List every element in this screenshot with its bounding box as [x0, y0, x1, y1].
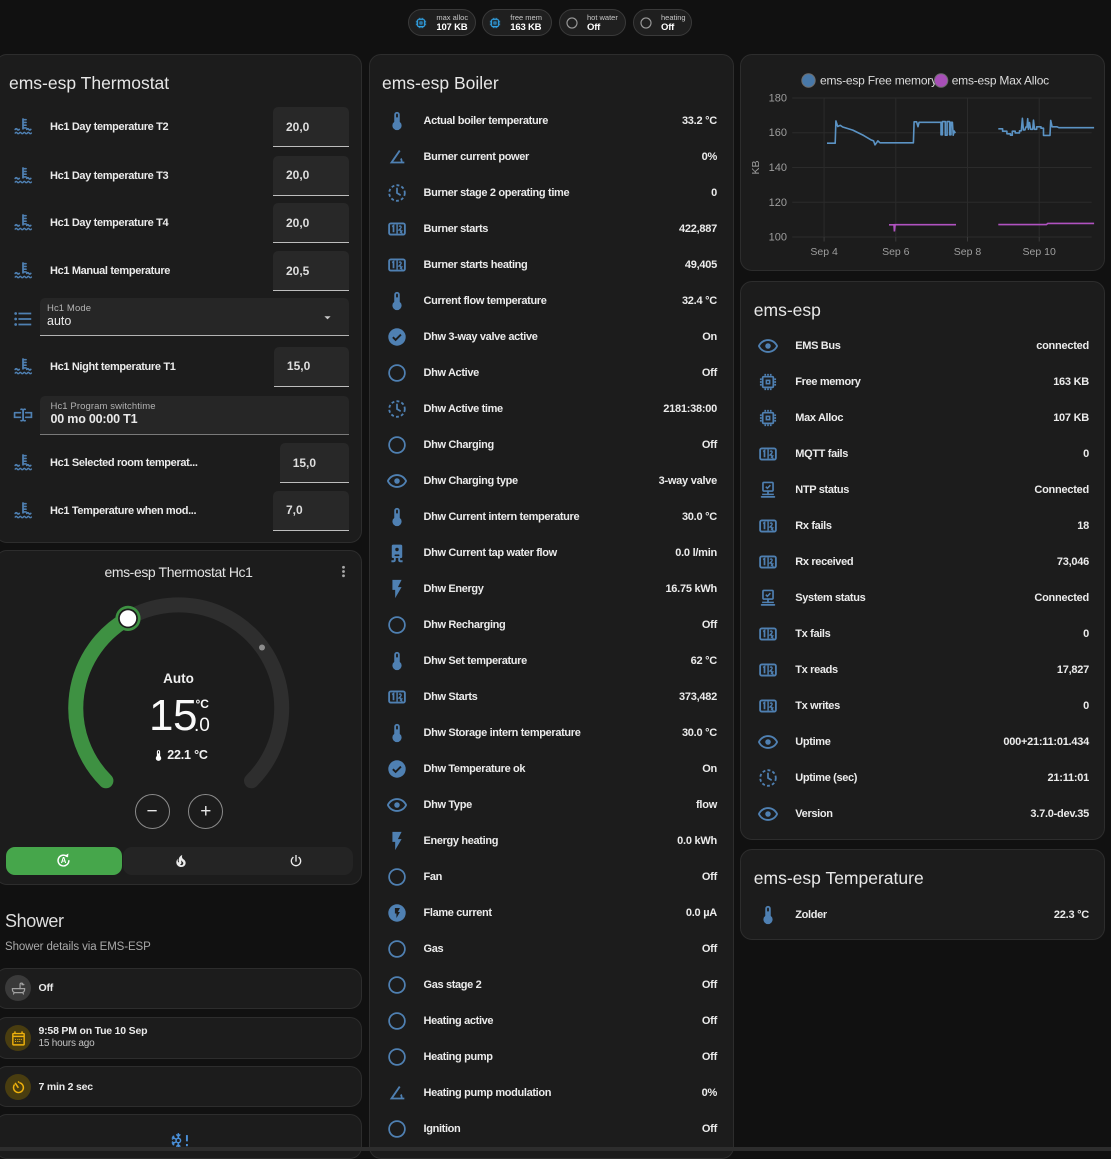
- svg-text:KB: KB: [750, 160, 762, 174]
- svg-text:120: 120: [769, 197, 787, 209]
- svg-text:160: 160: [769, 127, 787, 139]
- svg-text:ems-esp Free memory: ems-esp Free memory: [820, 74, 937, 88]
- svg-text:100: 100: [769, 232, 787, 244]
- svg-text:Sep 10: Sep 10: [1023, 246, 1056, 258]
- svg-text:Sep 6: Sep 6: [882, 246, 910, 258]
- svg-text:140: 140: [769, 162, 787, 174]
- svg-text:Sep 4: Sep 4: [811, 246, 839, 258]
- svg-text:180: 180: [769, 93, 787, 105]
- svg-text:ems-esp Max Alloc: ems-esp Max Alloc: [952, 74, 1049, 88]
- svg-text:Sep 8: Sep 8: [954, 246, 982, 258]
